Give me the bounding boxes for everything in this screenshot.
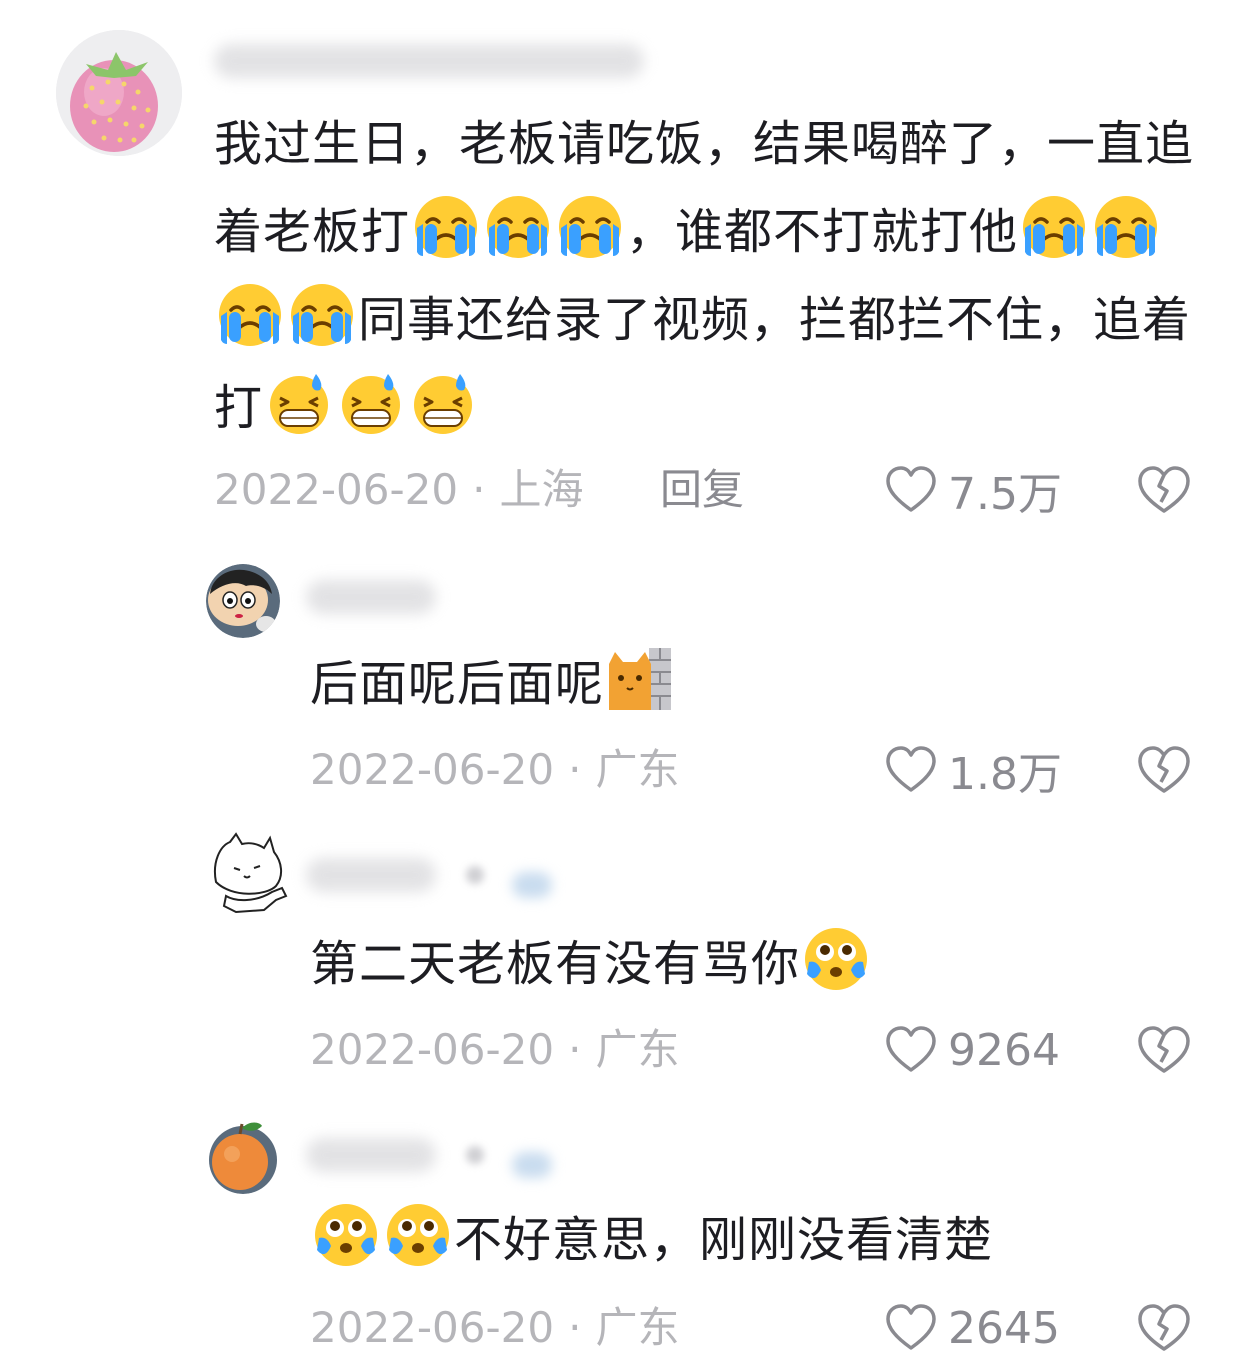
orange-fruit-icon bbox=[209, 1122, 277, 1194]
comment-date: 2022-06-20 bbox=[310, 1303, 555, 1352]
heart-outline-icon bbox=[886, 1304, 936, 1350]
meta-separator: · bbox=[568, 745, 582, 794]
loudly-crying-emoji bbox=[413, 194, 479, 260]
comment-item: 不好意思，刚刚没看清楚 2022-06-20 · 广东 2645 bbox=[0, 1100, 1260, 1364]
broken-heart-icon bbox=[1138, 746, 1190, 793]
meta-separator: · bbox=[568, 1025, 582, 1074]
comment-meta: 2022-06-20 · 广东 bbox=[310, 1300, 679, 1356]
comment-item: 我过生日，老板请吃饭，结果喝醉了，一直追着老板打 ，谁都不打就打他 同事还给录了视频… bbox=[0, 0, 1260, 540]
heart-outline-icon bbox=[886, 466, 936, 512]
comment-location: 上海 bbox=[499, 465, 584, 514]
like-button[interactable]: 7.5万 bbox=[884, 462, 1062, 520]
comment-meta: 2022-06-20 · 广东 bbox=[310, 1022, 679, 1078]
cartoon-boy-icon bbox=[206, 564, 280, 638]
dislike-button[interactable] bbox=[1136, 462, 1192, 518]
comment-text: 不好意思，刚刚没看清楚 bbox=[310, 1196, 993, 1284]
teary-eyed-emoji bbox=[313, 1202, 379, 1268]
like-count: 2645 bbox=[948, 1302, 1060, 1354]
username-redacted[interactable] bbox=[306, 1138, 436, 1172]
comment-text-segment: 不好意思，刚刚没看清楚 bbox=[454, 1212, 994, 1268]
comment-text-segment: ，谁都不打就打他 bbox=[626, 204, 1019, 260]
avatar[interactable] bbox=[206, 564, 280, 638]
loudly-crying-emoji bbox=[485, 194, 551, 260]
like-button[interactable]: 1.8万 bbox=[884, 742, 1062, 800]
broken-heart-icon bbox=[1138, 1304, 1190, 1351]
grinning-sweat-emoji bbox=[338, 370, 404, 436]
strawberry-icon bbox=[56, 30, 182, 156]
teary-eyed-emoji bbox=[385, 1202, 451, 1268]
meta-separator: · bbox=[568, 1303, 582, 1352]
comment-text: 我过生日，老板请吃饭，结果喝醉了，一直追着老板打 ，谁都不打就打他 同事还给录了视频… bbox=[214, 100, 1214, 452]
grinning-sweat-emoji bbox=[266, 370, 332, 436]
author-badge bbox=[512, 872, 552, 898]
loudly-crying-emoji bbox=[217, 282, 283, 348]
username-separator-dot bbox=[466, 1146, 484, 1164]
comment-text: 第二天老板有没有骂你 bbox=[310, 920, 872, 1008]
like-button[interactable]: 2645 bbox=[884, 1300, 1060, 1356]
author-badge bbox=[512, 1152, 552, 1178]
avatar[interactable] bbox=[206, 832, 292, 918]
heart-outline-icon bbox=[886, 1026, 936, 1072]
dislike-button[interactable] bbox=[1136, 742, 1192, 798]
like-count: 1.8万 bbox=[948, 749, 1062, 800]
reply-button[interactable]: 回复 bbox=[660, 462, 744, 518]
like-button[interactable]: 9264 bbox=[884, 1022, 1060, 1078]
loudly-crying-emoji bbox=[289, 282, 355, 348]
comment-meta: 2022-06-20 · 上海 bbox=[214, 462, 583, 518]
username-redacted[interactable] bbox=[214, 44, 644, 78]
comment-location: 广东 bbox=[595, 1025, 680, 1074]
doodle-cat-icon bbox=[214, 832, 288, 914]
comment-meta: 2022-06-20 · 广东 bbox=[310, 742, 679, 798]
comment-item: 第二天老板有没有骂你 2022-06-20 · 广东 9264 bbox=[0, 820, 1260, 1100]
broken-heart-icon bbox=[1138, 466, 1190, 513]
avatar[interactable] bbox=[206, 1118, 280, 1194]
loudly-crying-emoji bbox=[557, 194, 623, 260]
avatar[interactable] bbox=[56, 30, 182, 156]
comment-location: 广东 bbox=[595, 745, 680, 794]
like-count: 9264 bbox=[948, 1024, 1060, 1076]
heart-outline-icon bbox=[886, 746, 936, 792]
username-redacted[interactable] bbox=[306, 580, 436, 614]
comment-date: 2022-06-20 bbox=[214, 465, 459, 514]
comment-text-segment: 后面呢后面呢 bbox=[310, 656, 605, 712]
comment-location: 广东 bbox=[595, 1303, 680, 1352]
cat-behind-wall-emoji bbox=[607, 646, 673, 712]
loudly-crying-emoji bbox=[1021, 194, 1087, 260]
comment-text: 后面呢后面呢 bbox=[310, 640, 676, 728]
dislike-button[interactable] bbox=[1136, 1022, 1192, 1078]
username-separator-dot bbox=[466, 866, 484, 884]
broken-heart-icon bbox=[1138, 1026, 1190, 1073]
grinning-sweat-emoji bbox=[410, 370, 476, 436]
comment-item: 后面呢后面呢 2022-06-20 · 广东 1.8万 bbox=[0, 540, 1260, 820]
teary-eyed-emoji bbox=[803, 926, 869, 992]
comment-text-segment: 第二天老板有没有骂你 bbox=[310, 936, 801, 992]
username-redacted[interactable] bbox=[306, 858, 436, 892]
comment-date: 2022-06-20 bbox=[310, 1025, 555, 1074]
dislike-button[interactable] bbox=[1136, 1300, 1192, 1356]
like-count: 7.5万 bbox=[948, 469, 1062, 520]
meta-separator: · bbox=[472, 465, 486, 514]
comment-date: 2022-06-20 bbox=[310, 745, 555, 794]
loudly-crying-emoji bbox=[1093, 194, 1159, 260]
